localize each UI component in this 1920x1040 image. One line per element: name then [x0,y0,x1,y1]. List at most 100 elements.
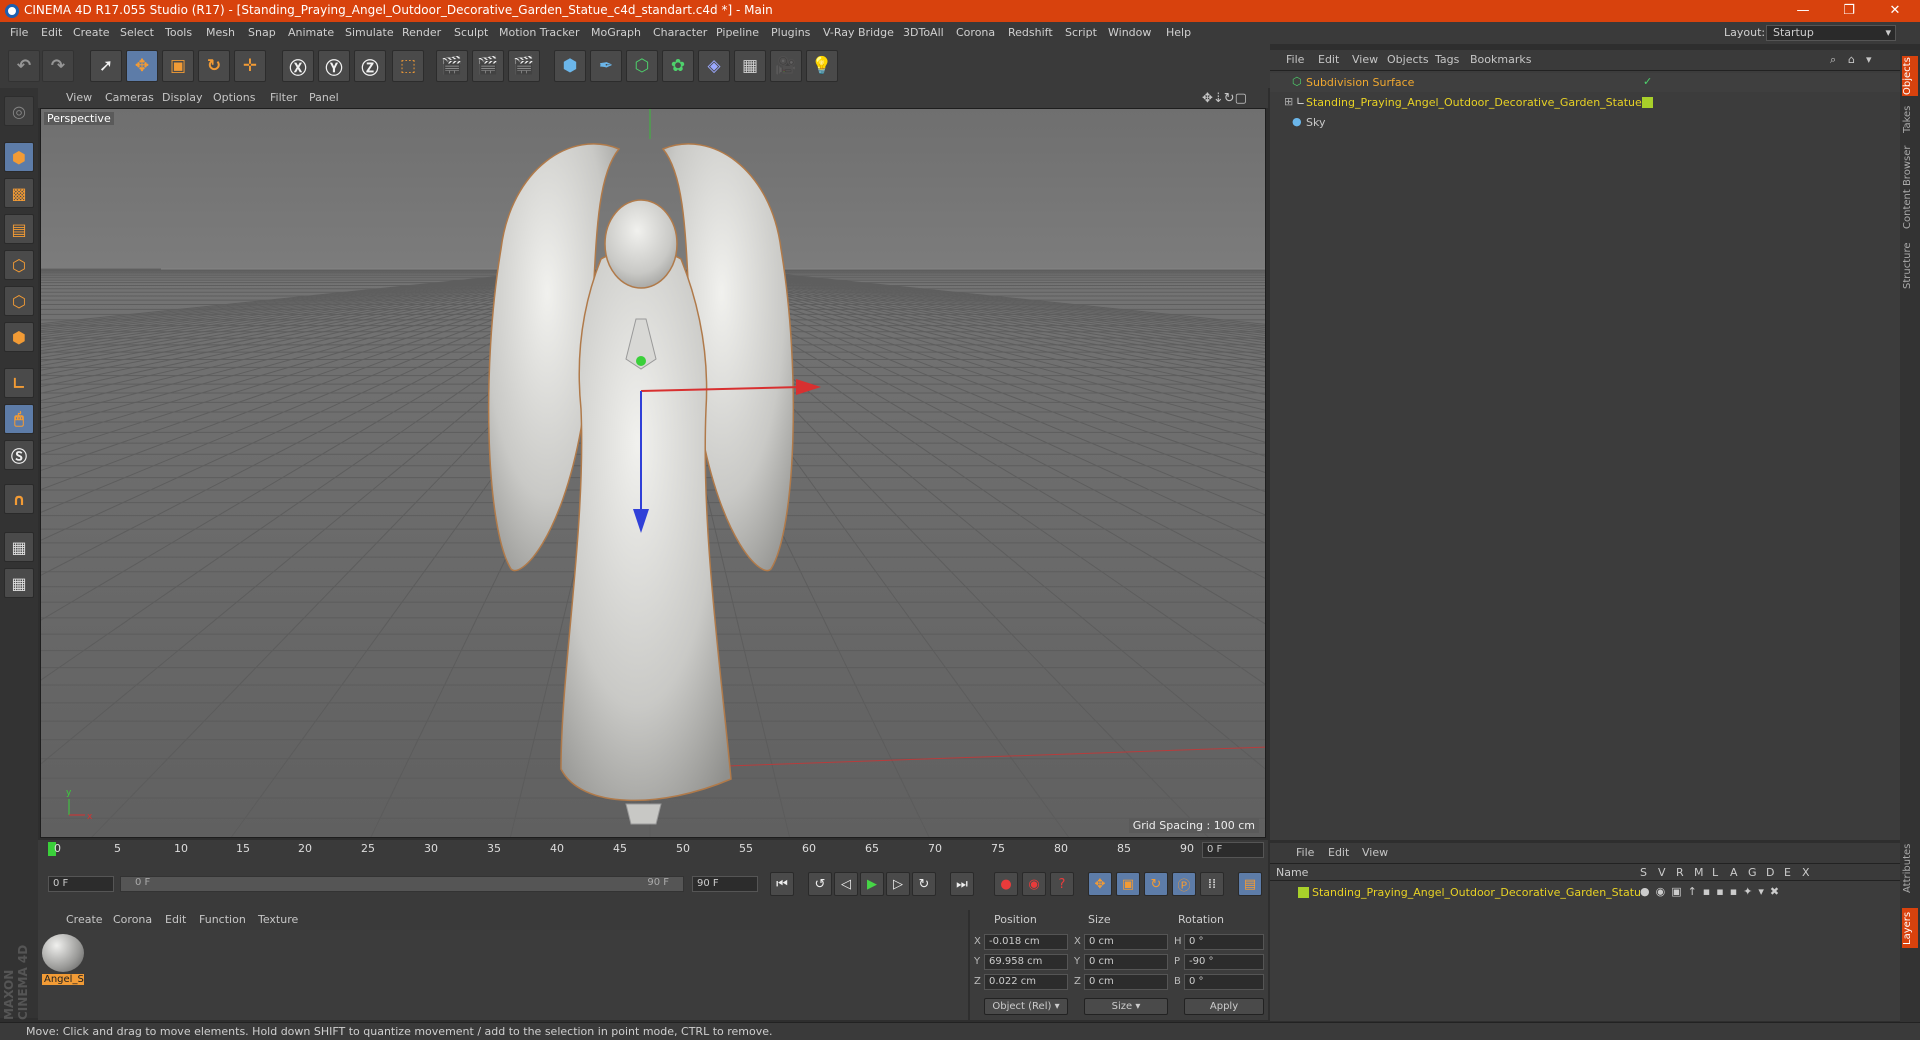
live-selection-button[interactable]: ➚ [90,50,122,82]
play-button[interactable]: ▶ [860,872,884,896]
expand-icon[interactable]: ⊞ [1284,95,1293,108]
layout-select[interactable]: Startup ▾ [1766,25,1896,41]
workplane-mode-button[interactable]: ▤ [4,214,34,244]
material-menu-edit[interactable]: Edit [165,913,186,926]
rot-h-field[interactable]: 0 ° [1184,934,1264,950]
key-rotation-button[interactable]: ↻ [1144,872,1168,896]
undo-button[interactable]: ↶ [8,50,40,82]
timeline-button[interactable]: ▤ [1238,872,1262,896]
goto-start-button[interactable]: ⏮ [770,872,794,896]
viewport-menu-cameras[interactable]: Cameras [105,91,154,104]
record-button[interactable]: ● [994,872,1018,896]
viewport-menu-view[interactable]: View [66,91,92,104]
minimize-button[interactable]: — [1780,0,1826,22]
menu-render[interactable]: Render [402,26,441,39]
rot-b-field[interactable]: 0 ° [1184,974,1264,990]
pos-y-field[interactable]: 69.958 cm [984,954,1068,970]
menu-character[interactable]: Character [653,26,707,39]
rotate-tool-button[interactable]: ↻ [198,50,230,82]
start-frame-field[interactable]: 0 F [48,876,114,892]
gizmo-y-handle[interactable] [636,356,646,366]
pos-x-field[interactable]: -0.018 cm [984,934,1068,950]
menu-file[interactable]: File [10,26,28,39]
objects-menu-edit[interactable]: Edit [1318,53,1339,66]
viewport-menu-filter[interactable]: Filter [270,91,297,104]
size-y-field[interactable]: 0 cm [1084,954,1168,970]
pen-spline-button[interactable]: ✒ [590,50,622,82]
pos-z-field[interactable]: 0.022 cm [984,974,1068,990]
size-z-field[interactable]: 0 cm [1084,974,1168,990]
close-button[interactable]: ✕ [1872,0,1918,22]
menu-corona[interactable]: Corona [956,26,995,39]
objects-menu-objects[interactable]: Objects [1387,53,1429,66]
camera-button[interactable]: 🎥 [770,50,802,82]
menu-window[interactable]: Window [1108,26,1151,39]
render-picture-viewer-button[interactable]: 🎬 [472,50,504,82]
enabled-check-icon[interactable]: ✓ [1643,75,1652,88]
key-scale-button[interactable]: ▣ [1116,872,1140,896]
points-mode-button[interactable]: ⬡ [4,250,34,280]
menu-create[interactable]: Create [73,26,110,39]
deformer-button[interactable]: ◈ [698,50,730,82]
model-mode-button[interactable]: ⬢ [4,142,34,172]
prev-key-button[interactable]: ↺ [808,872,832,896]
object-row-angel-statue[interactable]: ⊞ ∟ Standing_Praying_Angel_Outdoor_Decor… [1270,93,1900,112]
viewport-navigation-icons[interactable]: ✥⇣↻▢ [1202,91,1247,106]
x-axis-lock-button[interactable]: Ⓧ [282,50,314,82]
menu-script[interactable]: Script [1065,26,1097,39]
menu-help[interactable]: Help [1166,26,1191,39]
edges-mode-button[interactable]: ⬡ [4,286,34,316]
menu-plugins[interactable]: Plugins [771,26,810,39]
menu-mesh[interactable]: Mesh [206,26,235,39]
layers-menu-file[interactable]: File [1296,846,1314,859]
current-frame-field[interactable]: 0 F [1202,842,1264,858]
material-tag-icon[interactable] [1642,97,1653,108]
key-parameter-button[interactable]: Ⓟ [1172,872,1196,896]
viewport-menu-display[interactable]: Display [162,91,203,104]
scale-tool-button[interactable]: ▣ [162,50,194,82]
layer-row[interactable]: Standing_Praying_Angel_Outdoor_Decorativ… [1270,883,1900,902]
objects-menu-tags[interactable]: Tags [1435,53,1459,66]
make-editable-button[interactable]: ◎ [4,96,34,126]
menu-motion-tracker[interactable]: Motion Tracker [499,26,579,39]
menu-snap[interactable]: Snap [248,26,276,39]
prev-frame-button[interactable]: ◁ [834,872,858,896]
search-icon[interactable]: ⌕ [1830,53,1836,67]
y-axis-lock-button[interactable]: Ⓨ [318,50,350,82]
coordinate-system-button[interactable]: ⬚ [392,50,424,82]
objects-menu-bookmarks[interactable]: Bookmarks [1470,53,1531,66]
rot-p-field[interactable]: -90 ° [1184,954,1264,970]
light-button[interactable]: 💡 [806,50,838,82]
range-slider[interactable]: 0 F 90 F [120,876,684,892]
cube-object-button[interactable]: ⬢ [554,50,586,82]
object-row-sky[interactable]: ● Sky [1270,113,1900,132]
material-menu-function[interactable]: Function [199,913,246,926]
key-position-button[interactable]: ✥ [1088,872,1112,896]
apply-button[interactable]: Apply [1184,998,1264,1015]
maximize-button[interactable]: ❐ [1826,0,1872,22]
layers-menu-view[interactable]: View [1362,846,1388,859]
snapping-button[interactable]: Ⓢ [4,440,34,470]
side-tab-layers[interactable]: Layers [1902,908,1918,948]
material-swatch[interactable]: Angel_S [42,934,84,986]
key-pla-button[interactable]: ⁞⁞ [1200,872,1224,896]
render-view-button[interactable]: 🎬 [436,50,468,82]
side-tab-attributes[interactable]: Attributes [1902,840,1918,896]
next-frame-button[interactable]: ▷ [886,872,910,896]
menu-pipeline[interactable]: Pipeline [716,26,759,39]
menu-tools[interactable]: Tools [165,26,192,39]
axis-mode-button[interactable]: ∟ [4,368,34,398]
objects-menu-view[interactable]: View [1352,53,1378,66]
timeline-ruler[interactable]: 0 5 10 15 20 25 30 35 40 45 50 55 60 65 … [38,840,1268,860]
menu-redshift[interactable]: Redshift [1008,26,1053,39]
side-tab-content-browser[interactable]: Content Browser [1902,142,1918,232]
coordinate-mode-dropdown[interactable]: Object (Rel) ▾ [984,998,1068,1015]
side-tab-objects[interactable]: Objects [1902,56,1918,96]
size-x-field[interactable]: 0 cm [1084,934,1168,950]
subdivision-surface-button[interactable]: ⬡ [626,50,658,82]
cloner-button[interactable]: ✿ [662,50,694,82]
menu-select[interactable]: Select [120,26,154,39]
end-frame-field[interactable]: 90 F [692,876,758,892]
move-tool-button[interactable]: ✥ [126,50,158,82]
goto-end-button[interactable]: ⏭ [950,872,974,896]
